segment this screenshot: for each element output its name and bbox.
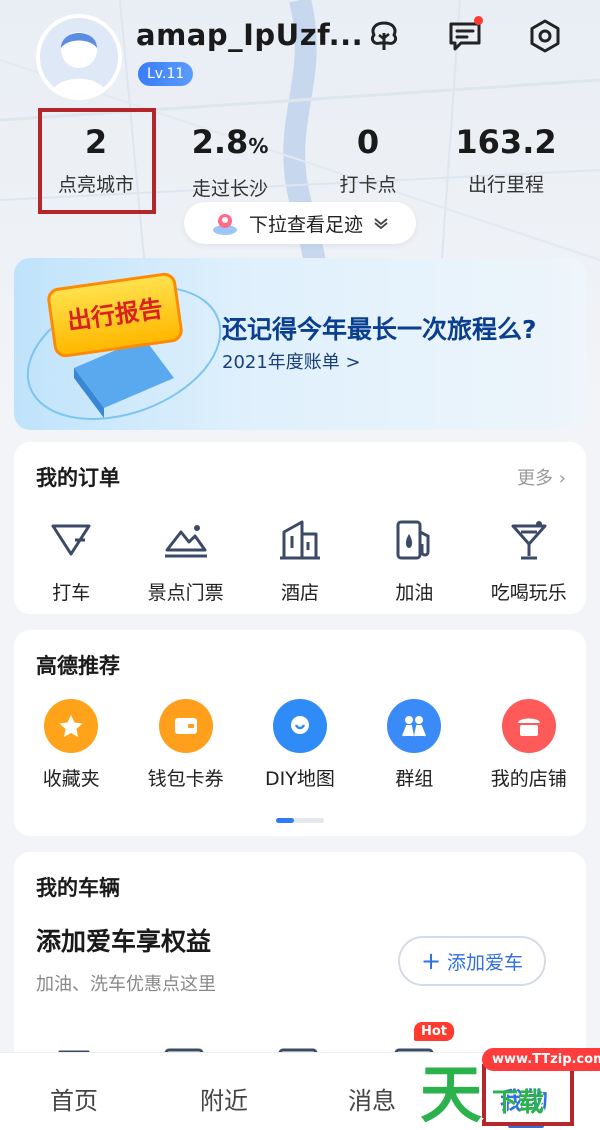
group-icon: [387, 699, 442, 753]
message-icon[interactable]: [445, 16, 485, 56]
pull-hint-label: 下拉查看足迹: [248, 213, 363, 236]
cocktail-icon: [472, 516, 586, 564]
order-item-label: 酒店: [280, 582, 319, 604]
notification-dot: [474, 16, 483, 25]
orders-more-link[interactable]: 更多 ›: [517, 464, 566, 490]
recommend-item-favorites[interactable]: 收藏夹: [14, 699, 128, 791]
tab-messages[interactable]: 消息: [348, 1081, 396, 1116]
shop-icon: [501, 699, 556, 753]
taxi-icon: [14, 516, 128, 564]
recommend-item-shop[interactable]: 我的店铺: [472, 699, 586, 791]
tab-home[interactable]: 首页: [50, 1081, 98, 1116]
footprint-mascot-icon: [212, 214, 237, 235]
cell-icon-wrap: [14, 699, 128, 753]
recommend-item-wallet[interactable]: 钱包卡券: [128, 699, 242, 791]
stat-value: 163.2: [455, 123, 557, 161]
stat-label: 出行里程: [467, 174, 544, 196]
recommend-item-label: 收藏夹: [42, 768, 100, 790]
order-item-fuel[interactable]: 加油: [357, 516, 471, 605]
recommend-item-diy-map[interactable]: DIY地图: [243, 699, 357, 791]
vehicle-subtitle: 加油、洗车优惠点这里: [36, 974, 216, 995]
tab-nearby[interactable]: 附近: [200, 1081, 248, 1116]
hotel-icon: [243, 516, 357, 564]
annotation-highlight-box: [482, 1064, 574, 1126]
order-item-entertainment[interactable]: 吃喝玩乐: [472, 516, 586, 605]
add-car-button[interactable]: + 添加爱车: [398, 936, 546, 986]
stat-changsha[interactable]: 2.8% 走过长沙: [170, 122, 290, 201]
recommend-item-label: 群组: [395, 768, 434, 790]
order-item-ticket[interactable]: 景点门票: [128, 516, 242, 605]
scenic-ticket-icon: [128, 516, 242, 564]
cell-icon-wrap: [357, 699, 471, 753]
map-pin-icon: [272, 699, 327, 753]
level-badge[interactable]: Lv.11: [138, 62, 194, 86]
page-indicator-active: [276, 818, 294, 823]
order-item-label: 加油: [395, 582, 434, 604]
pull-footprint-chip[interactable]: 下拉查看足迹: [184, 202, 416, 244]
vehicle-title: 我的车辆: [36, 876, 120, 900]
more-label: 更多: [517, 468, 554, 489]
username[interactable]: amap_IpUzf...: [136, 18, 363, 52]
order-item-hotel[interactable]: 酒店: [243, 516, 357, 605]
orders-card: 我的订单 更多 › 打车 景点门票 酒店 加油 吃喝玩乐: [14, 442, 586, 614]
recommend-card: 高德推荐 收藏夹 钱包卡券 DIY地图 群组 我的店铺: [14, 630, 586, 836]
fuel-icon: [357, 516, 471, 564]
cell-icon-wrap: [128, 699, 242, 753]
recommend-item-label: 钱包卡券: [147, 768, 224, 790]
recommend-item-label: DIY地图: [265, 768, 335, 790]
wallet-icon: [158, 699, 213, 753]
stat-label: 打卡点: [339, 174, 397, 196]
cell-icon-wrap: [472, 699, 586, 753]
recommend-item-label: 我的店铺: [490, 768, 567, 790]
cell-icon-wrap: [243, 699, 357, 753]
tree-icon[interactable]: [364, 16, 404, 56]
order-item-label: 打车: [52, 582, 91, 604]
stat-label: 走过长沙: [191, 178, 268, 200]
chevron-right-icon: ›: [558, 468, 566, 489]
chevron-down-icon: [374, 218, 388, 229]
orders-title: 我的订单: [36, 466, 120, 490]
page-indicator: [276, 818, 324, 823]
hot-badge: Hot: [414, 1022, 455, 1041]
stat-value: 2.8: [191, 123, 249, 161]
star-icon: [44, 699, 99, 753]
settings-icon[interactable]: [525, 16, 565, 56]
avatar[interactable]: [36, 14, 122, 100]
profile-header: amap_IpUzf... Lv.11: [0, 0, 600, 100]
annual-report-banner[interactable]: 出行报告 还记得今年最长一次旅程么? 2021年度账单 >: [14, 258, 586, 430]
report-title: 还记得今年最长一次旅程么?: [222, 315, 537, 344]
orders-grid: 打车 景点门票 酒店 加油 吃喝玩乐: [14, 516, 586, 605]
order-item-label: 景点门票: [147, 582, 224, 604]
stat-unit: %: [248, 134, 269, 158]
stat-value: 0: [356, 123, 380, 161]
recommend-grid: 收藏夹 钱包卡券 DIY地图 群组 我的店铺: [14, 699, 586, 791]
plus-icon: +: [420, 947, 442, 975]
add-car-label: 添加爱车: [447, 951, 524, 974]
order-item-taxi[interactable]: 打车: [14, 516, 128, 605]
stat-mileage[interactable]: 163.2 出行里程: [446, 122, 566, 197]
stat-checkins[interactable]: 0 打卡点: [308, 122, 428, 197]
recommend-item-groups[interactable]: 群组: [357, 699, 471, 791]
order-item-label: 吃喝玩乐: [490, 582, 567, 604]
recommend-title: 高德推荐: [36, 654, 120, 678]
annotation-highlight-box: [38, 108, 156, 214]
vehicle-headline: 添加爱车享权益: [36, 927, 212, 956]
report-subtitle-link[interactable]: 2021年度账单 >: [222, 348, 361, 374]
